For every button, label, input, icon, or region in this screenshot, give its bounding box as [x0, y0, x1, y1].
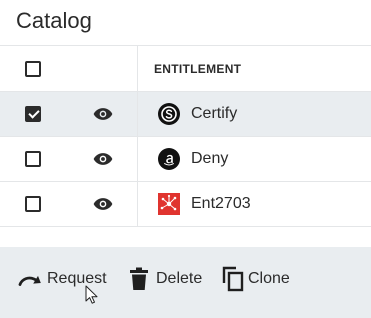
row-checkbox[interactable] [25, 196, 41, 212]
entitlement-table: ENTITLEMENT Certify Deny Ent2703 [0, 46, 371, 227]
row-checkbox[interactable] [25, 106, 41, 122]
copy-icon [222, 266, 244, 292]
table-row[interactable]: Deny [0, 137, 371, 182]
table-row[interactable]: Ent2703 [0, 182, 371, 227]
entitlement-name[interactable]: Deny [191, 137, 228, 181]
s-icon [158, 103, 180, 125]
row-checkbox[interactable] [25, 151, 41, 167]
column-divider [137, 137, 138, 181]
redo-arrow-icon [18, 275, 41, 286]
catalog-page: Catalog ENTITLEMENT Certify Deny Ent2703… [0, 0, 371, 318]
column-divider [137, 46, 138, 91]
column-divider [137, 92, 138, 136]
entitlement-column-header[interactable]: ENTITLEMENT [154, 46, 241, 92]
table-row[interactable]: Certify [0, 92, 371, 137]
mouse-cursor-icon [85, 285, 98, 304]
column-divider [137, 182, 138, 226]
delete-button[interactable]: Delete [130, 264, 202, 294]
network-icon [158, 193, 180, 215]
eye-icon[interactable] [93, 107, 113, 121]
select-all-checkbox[interactable] [25, 60, 41, 77]
clone-button[interactable]: Clone [222, 264, 290, 294]
action-toolbar: Request Delete Clone [0, 247, 371, 318]
trash-icon [130, 267, 148, 290]
entitlement-name[interactable]: Certify [191, 92, 237, 136]
eye-icon[interactable] [93, 197, 113, 211]
delete-label: Delete [156, 270, 203, 287]
table-header-row: ENTITLEMENT [0, 46, 371, 92]
entitlement-name[interactable]: Ent2703 [191, 182, 251, 226]
eye-icon[interactable] [93, 152, 113, 166]
page-title: Catalog [16, 8, 92, 33]
clone-label: Clone [248, 270, 290, 287]
amazon-icon [158, 148, 180, 170]
